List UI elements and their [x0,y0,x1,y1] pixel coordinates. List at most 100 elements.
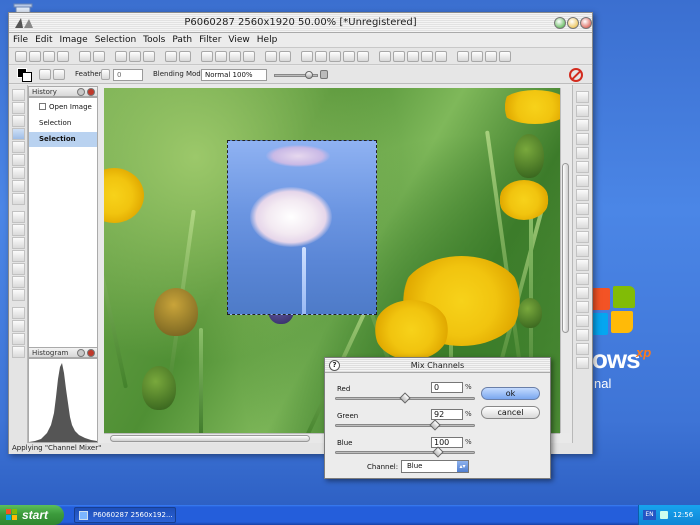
menu-selection[interactable]: Selection [91,33,139,45]
copy-icon[interactable] [129,51,141,62]
taskbar-item-editor[interactable]: P6060287 2560x192... [74,507,176,523]
adjust-saturation-icon[interactable] [576,147,589,159]
move-tool-icon[interactable] [12,89,25,101]
opacity-slider[interactable] [274,71,318,79]
green-slider[interactable] [335,419,475,431]
adjust-desaturate-icon[interactable] [576,245,589,257]
language-indicator[interactable]: EN [643,510,656,520]
history-item[interactable]: Open Image [29,100,97,115]
maximize-button[interactable] [567,17,579,29]
blue-slider-knob[interactable] [432,446,444,458]
zoom-fit-icon[interactable] [343,51,355,62]
history-close-icon[interactable] [87,88,95,96]
eyedropper-tool-icon[interactable] [12,333,25,345]
adjust-sepia-icon[interactable] [576,259,589,271]
pencil-tool-icon[interactable] [12,167,25,179]
cancel-button[interactable]: cancel [481,406,540,419]
menu-edit[interactable]: Edit [31,33,55,45]
redo-icon[interactable] [93,51,105,62]
lock-icon[interactable] [320,70,328,79]
menu-image[interactable]: Image [56,33,91,45]
history-item[interactable]: Selection [29,116,97,131]
shape-tool-icon[interactable] [12,320,25,332]
fill-tool-icon[interactable] [12,211,25,223]
vertical-scroll-thumb[interactable] [562,163,569,333]
magic-wand-tool-icon[interactable] [12,128,25,140]
history-item-selected[interactable]: Selection [29,132,97,147]
select-mode-icon[interactable] [53,69,65,80]
chevron-updown-icon[interactable]: ▴▾ [457,461,468,472]
menu-tools[interactable]: Tools [139,33,168,45]
brush-tool-icon[interactable] [12,154,25,166]
flip-horizontal-icon[interactable] [229,51,241,62]
eye-icon[interactable] [457,51,469,62]
filter-icon[interactable] [499,51,511,62]
dodge-tool-icon[interactable] [12,276,25,288]
red-slider[interactable] [335,392,475,404]
text-icon[interactable] [485,51,497,62]
open-icon[interactable] [29,51,41,62]
adjust-edges-icon[interactable] [576,329,589,341]
zoom-out-icon[interactable] [329,51,341,62]
menu-view[interactable]: View [224,33,252,45]
crop-icon[interactable] [165,51,177,62]
red-input[interactable]: 0 [431,382,463,393]
cancel-operation-icon[interactable] [569,68,583,82]
blur-tool-icon[interactable] [12,250,25,262]
feather-toggle[interactable] [101,69,110,80]
dialog-title-bar[interactable]: ? Mix Channels [325,358,550,373]
adjust-noise-icon[interactable] [576,273,589,285]
zoom-actual-icon[interactable] [357,51,369,62]
adjust-sharpen-icon[interactable] [576,301,589,313]
gradient-tool-icon[interactable] [12,224,25,236]
zoom-tool-icon[interactable] [12,346,25,358]
color-swatches-icon[interactable] [17,68,33,82]
adjust-brightness-icon[interactable] [576,161,589,173]
blue-slider[interactable] [335,446,475,458]
title-bar[interactable]: P6060287 2560x1920 50.00% [*Unregistered… [9,13,592,33]
channel-select[interactable]: Blue ▴▾ [401,460,469,473]
adjust-balance-icon[interactable] [576,119,589,131]
histogram-panel-header[interactable]: Histogram [28,347,98,358]
adjust-invert-icon[interactable] [576,231,589,243]
minimize-button[interactable] [554,17,566,29]
adjust-more-icon[interactable] [576,357,589,369]
green-input[interactable]: 92 [431,409,463,420]
volume-icon[interactable] [660,511,668,519]
adjust-levels-icon[interactable] [576,91,589,103]
horizontal-scroll-thumb[interactable] [110,435,310,442]
sharpen-tool-icon[interactable] [12,263,25,275]
help-icon[interactable]: ? [329,360,340,371]
clone-tool-icon[interactable] [12,237,25,249]
blue-channel-selection[interactable] [227,140,377,315]
blue-input[interactable]: 100 [431,437,463,448]
menu-path[interactable]: Path [168,33,195,45]
red-slider-knob[interactable] [399,392,411,404]
ok-button[interactable]: ok [481,387,540,400]
cut-icon[interactable] [115,51,127,62]
start-button[interactable]: start [0,505,64,525]
rotate-right-icon[interactable] [215,51,227,62]
print-icon[interactable] [57,51,69,62]
burn-tool-icon[interactable] [12,289,25,301]
save-icon[interactable] [43,51,55,62]
menu-filter[interactable]: Filter [195,33,224,45]
adjust-hue-icon[interactable] [576,133,589,145]
grayscale-icon[interactable] [421,51,433,62]
text-tool-icon[interactable] [12,307,25,319]
crop-tool-icon[interactable] [12,141,25,153]
adjust-mixer-icon[interactable] [576,343,589,355]
adjust-gamma-icon[interactable] [576,189,589,201]
rect-select-tool-icon[interactable] [12,115,25,127]
lasso-tool-icon[interactable] [12,102,25,114]
opacity-slider-knob[interactable] [305,71,313,79]
select-rect-icon[interactable] [39,69,51,80]
close-button[interactable] [580,17,592,29]
hand-icon[interactable] [301,51,313,62]
new-icon[interactable] [15,51,27,62]
adjust-posterize-icon[interactable] [576,217,589,229]
brightness-icon[interactable] [265,51,277,62]
zoom-in-icon[interactable] [315,51,327,62]
paste-icon[interactable] [143,51,155,62]
histogram-minimize-icon[interactable] [77,349,85,357]
